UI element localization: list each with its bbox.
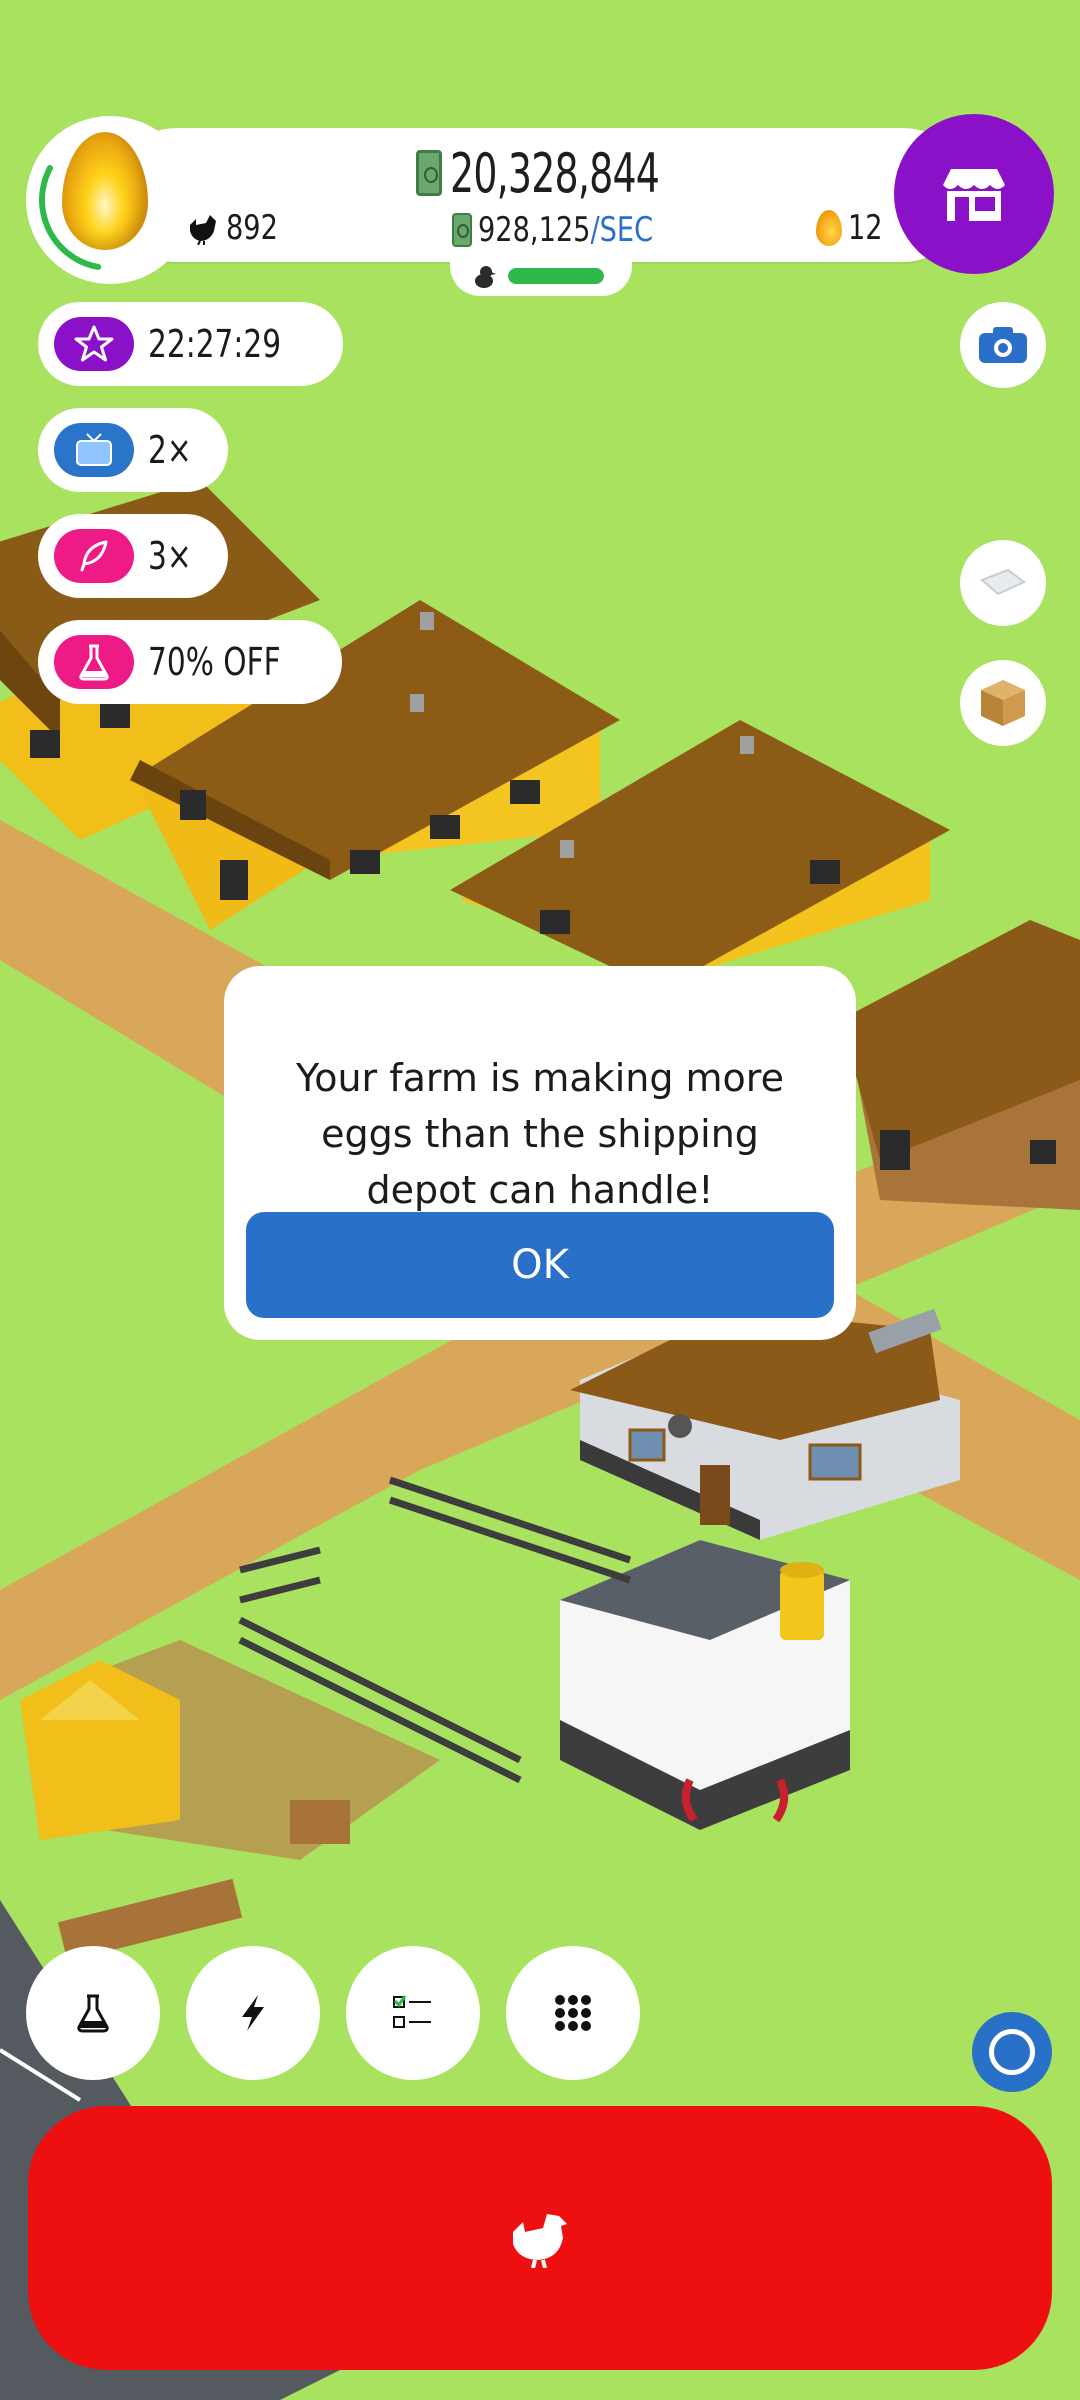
dialog-message: Your farm is making more eggs than the s… bbox=[296, 1056, 784, 1212]
money-icon bbox=[416, 150, 442, 196]
menu-button[interactable] bbox=[506, 1946, 640, 2080]
missions-button[interactable] bbox=[346, 1946, 480, 2080]
star-icon bbox=[74, 325, 114, 362]
boost-research-discount[interactable]: 70% OFF bbox=[38, 620, 343, 704]
egg-tray-icon bbox=[980, 568, 1026, 596]
golden-egg-count-value: 12 bbox=[848, 208, 883, 248]
boost-video-multiplier[interactable]: 2× bbox=[38, 408, 229, 492]
golden-egg-count: 12 bbox=[816, 206, 891, 250]
checklist-icon bbox=[393, 1995, 431, 2028]
shop-button[interactable] bbox=[894, 114, 1054, 274]
habitat-bar-fill bbox=[508, 268, 604, 284]
tv-icon bbox=[76, 433, 112, 466]
chicken-count-value: 892 bbox=[226, 208, 278, 248]
income-rate-unit: /SEC bbox=[590, 210, 654, 250]
boosts-button[interactable] bbox=[186, 1946, 320, 2080]
income-rate-value: 928,125 bbox=[478, 210, 591, 250]
boost-pill bbox=[54, 635, 134, 689]
boost-label: 70% OFF bbox=[148, 640, 281, 684]
box-button[interactable] bbox=[960, 660, 1046, 746]
money-icon bbox=[452, 213, 472, 247]
circle-icon bbox=[989, 2029, 1035, 2075]
grid-icon bbox=[555, 1995, 591, 2031]
income-rate: 928,125/SEC bbox=[452, 208, 697, 252]
circle-button[interactable] bbox=[972, 2012, 1052, 2092]
money-value: 20,328,844 bbox=[450, 141, 660, 205]
chicken-count: 892 bbox=[186, 206, 291, 250]
camera-icon bbox=[979, 327, 1027, 363]
boost-pill bbox=[54, 423, 134, 477]
boost-label: 2× bbox=[148, 428, 192, 472]
egg-tray-button[interactable] bbox=[960, 540, 1046, 626]
camera-button[interactable] bbox=[960, 302, 1046, 388]
boost-timer[interactable]: 22:27:29 bbox=[38, 302, 343, 386]
boost-pill bbox=[54, 529, 134, 583]
flask-icon bbox=[79, 644, 109, 681]
chicken-icon bbox=[513, 2214, 567, 2268]
chick-icon bbox=[475, 266, 496, 288]
boost-pill bbox=[54, 317, 134, 371]
boost-label: 22:27:29 bbox=[148, 322, 282, 366]
lightning-icon bbox=[242, 1995, 264, 2031]
golden-egg-icon bbox=[816, 210, 842, 246]
shop-icon bbox=[943, 169, 1005, 221]
box-icon bbox=[981, 680, 1025, 726]
flask-icon bbox=[77, 1994, 109, 2033]
research-button[interactable] bbox=[26, 1946, 160, 2080]
boost-label: 3× bbox=[148, 534, 192, 578]
chicken-icon bbox=[190, 215, 216, 245]
feather-icon bbox=[80, 540, 108, 572]
habitat-meter bbox=[472, 262, 612, 290]
habitat-bar bbox=[508, 268, 604, 284]
boost-laying-multiplier[interactable]: 3× bbox=[38, 514, 229, 598]
ok-button[interactable]: OK bbox=[246, 1212, 834, 1318]
depot-capacity-dialog: Your farm is making more eggs than the s… bbox=[224, 966, 856, 1340]
money-display: 20,328,844 bbox=[416, 140, 718, 206]
hatch-chicken-button[interactable] bbox=[28, 2106, 1052, 2370]
